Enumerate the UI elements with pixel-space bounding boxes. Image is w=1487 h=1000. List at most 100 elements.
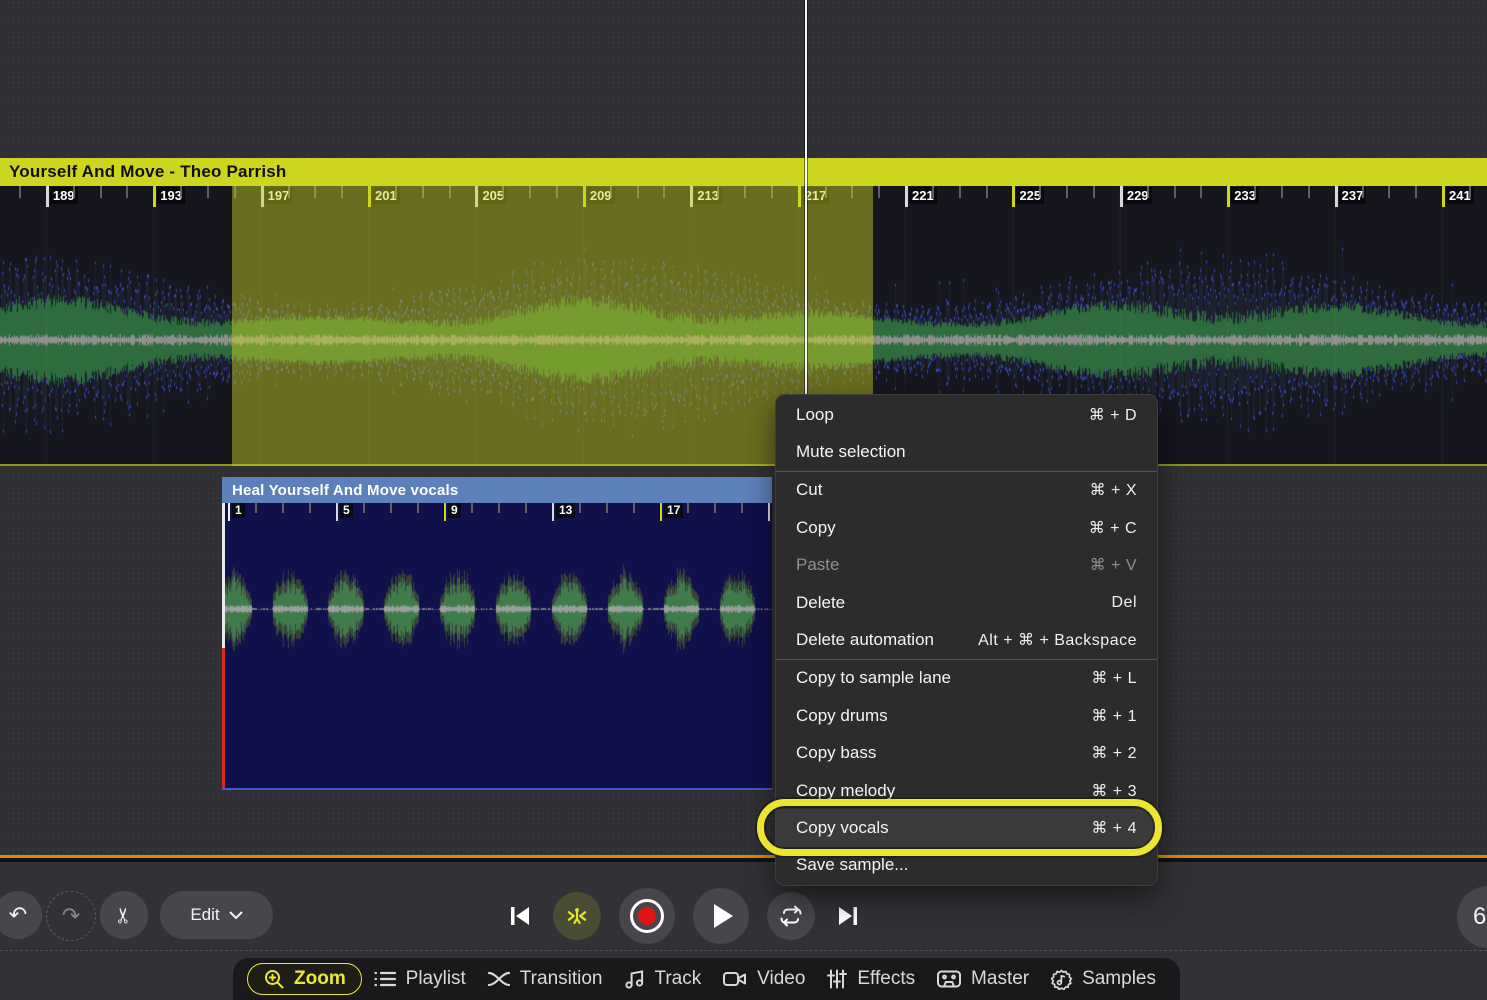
play-button[interactable] [693, 888, 749, 944]
ruler-tick-minor [390, 503, 392, 513]
track-header-theo[interactable]: Yourself And Move - Theo Parrish [0, 158, 1487, 186]
menu-item-delete[interactable]: DeleteDel [776, 584, 1157, 621]
menu-item-shortcut: ⌘ + L [1091, 668, 1137, 688]
ruler-tick-minor [741, 503, 743, 513]
playlist-icon [373, 969, 397, 989]
ruler-tick-minor [309, 503, 311, 513]
ruler-tick-minor [1066, 186, 1068, 198]
menu-item-save-sample[interactable]: Save sample... [776, 847, 1157, 884]
tab-video[interactable]: Video [712, 964, 815, 994]
menu-item-paste: Paste⌘ + V [776, 547, 1157, 584]
tab-label: Samples [1082, 968, 1156, 990]
view-tabbar: Zoom Playlist Transition Track Video Effects M… [233, 958, 1180, 1000]
tab-master[interactable]: Master [926, 964, 1039, 994]
snap-playhead-button[interactable] [553, 892, 601, 940]
cut-button[interactable]: ✂ [100, 891, 148, 939]
menu-item-label: Copy bass [796, 743, 876, 763]
ruler-tick-minor [180, 186, 182, 198]
daw-app: Yourself And Move - Theo Parrish 189 193 1… [0, 0, 1487, 1000]
ruler-tick-minor [126, 186, 128, 198]
menu-item-copy-to-sample-lane[interactable]: Copy to sample lane ⌘ + L [776, 660, 1157, 697]
ruler-tick-minor [1281, 186, 1283, 198]
skip-forward-icon [835, 903, 861, 929]
ruler-tick-label: 5 [340, 503, 353, 518]
transport-controls [505, 886, 863, 946]
skip-back-icon [507, 903, 533, 929]
ruler-tick-major: 229 [1120, 186, 1123, 207]
ruler-tick-minor [959, 186, 961, 198]
menu-item-label: Copy vocals [796, 818, 889, 838]
tab-label: Transition [520, 968, 603, 990]
undo-button[interactable]: ↶ [0, 891, 42, 939]
tab-track[interactable]: Track [613, 964, 711, 994]
menu-item-delete-automation[interactable]: Delete automationAlt + ⌘ + Backspace [776, 621, 1157, 658]
record-button[interactable] [619, 888, 675, 944]
edit-label: Edit [190, 905, 219, 925]
redo-button[interactable]: ↷ [46, 891, 96, 941]
menu-item-shortcut: ⌘ + C [1089, 518, 1137, 538]
partial-right-button[interactable]: 6 [1457, 886, 1487, 948]
menu-item-mute-selection[interactable]: Mute selection [776, 433, 1157, 470]
loop-toggle-button[interactable] [767, 892, 815, 940]
ruler-tick-major: 241 [1442, 186, 1445, 207]
menu-item-shortcut: ⌘ + V [1090, 555, 1137, 575]
edit-menu-button[interactable]: Edit [160, 891, 273, 939]
ruler-tick-major: 9 [444, 503, 446, 521]
ruler-tick-minor [986, 186, 988, 198]
ruler-tick-minor [1415, 186, 1417, 198]
tab-playlist[interactable]: Playlist [363, 964, 476, 994]
volume-automation-line[interactable] [222, 648, 225, 790]
redo-icon: ↷ [62, 905, 80, 927]
bottom-toolbar: ↶ ↷ ✂ Edit [0, 862, 1487, 1000]
record-icon [630, 899, 664, 933]
menu-item-label: Mute selection [796, 442, 906, 462]
menu-item-label: Copy to sample lane [796, 668, 951, 688]
skip-forward-button[interactable] [833, 901, 863, 931]
ruler-tick-major: 189 [46, 186, 49, 207]
undo-icon: ↶ [9, 904, 27, 926]
menu-item-shortcut: ⌘ + 3 [1091, 781, 1137, 801]
ruler-tick-minor [633, 503, 635, 513]
tab-zoom[interactable]: Zoom [247, 963, 362, 995]
menu-item-shortcut: ⌘ + 4 [1091, 818, 1137, 838]
ruler-tick-minor [255, 503, 257, 513]
ruler-tick-minor [498, 503, 500, 513]
video-icon [722, 969, 748, 989]
menu-item-loop[interactable]: Loop⌘ + D [776, 396, 1157, 433]
tab-effects[interactable]: Effects [816, 964, 925, 994]
play-icon [714, 904, 733, 928]
skip-back-button[interactable] [505, 901, 535, 931]
ruler-tick-minor [417, 503, 419, 513]
tab-label: Zoom [294, 968, 346, 990]
menu-item-label: Copy drums [796, 706, 888, 726]
ruler-tick-minor [282, 503, 284, 513]
menu-item-cut[interactable]: Cut⌘ + X [776, 472, 1157, 509]
ruler-tick-major: 1 [228, 503, 230, 521]
menu-item-copy[interactable]: Copy ⌘ + C [776, 509, 1157, 546]
partial-button-glyph: 6 [1473, 903, 1486, 931]
tab-samples[interactable]: Samples [1040, 964, 1166, 995]
waveform-vocals [225, 523, 772, 788]
ruler-tick-major: 193 [153, 186, 156, 207]
menu-item-label: Copy melody [796, 781, 895, 801]
timeline-ruler-vocals[interactable]: 159131721 [222, 503, 772, 523]
menu-item-copy-bass[interactable]: Copy bass⌘ + 2 [776, 735, 1157, 772]
ruler-tick-minor [878, 186, 880, 198]
menu-item-label: Copy [796, 518, 836, 538]
menu-item-shortcut: Del [1111, 594, 1137, 612]
repeat-icon [778, 904, 804, 928]
menu-item-copy-melody[interactable]: Copy melody ⌘ + 3 [776, 772, 1157, 809]
menu-item-label: Delete automation [796, 630, 934, 650]
ruler-tick-minor [579, 503, 581, 513]
tab-label: Video [757, 968, 805, 990]
clip-title: Heal Yourself And Move vocals [232, 482, 458, 499]
tab-transition[interactable]: Transition [477, 964, 613, 994]
ruler-tick-minor [714, 503, 716, 513]
tab-label: Master [971, 968, 1029, 990]
menu-item-copy-vocals[interactable]: Copy vocals ⌘ + 4 [776, 809, 1157, 846]
clip-header-vocals[interactable]: Heal Yourself And Move vocals [222, 477, 772, 503]
audio-clip-vocals[interactable]: Heal Yourself And Move vocals 159131721 [222, 477, 772, 790]
tab-label: Effects [857, 968, 915, 990]
menu-item-copy-drums[interactable]: Copy drums⌘ + 1 [776, 697, 1157, 734]
transition-icon [487, 970, 511, 988]
